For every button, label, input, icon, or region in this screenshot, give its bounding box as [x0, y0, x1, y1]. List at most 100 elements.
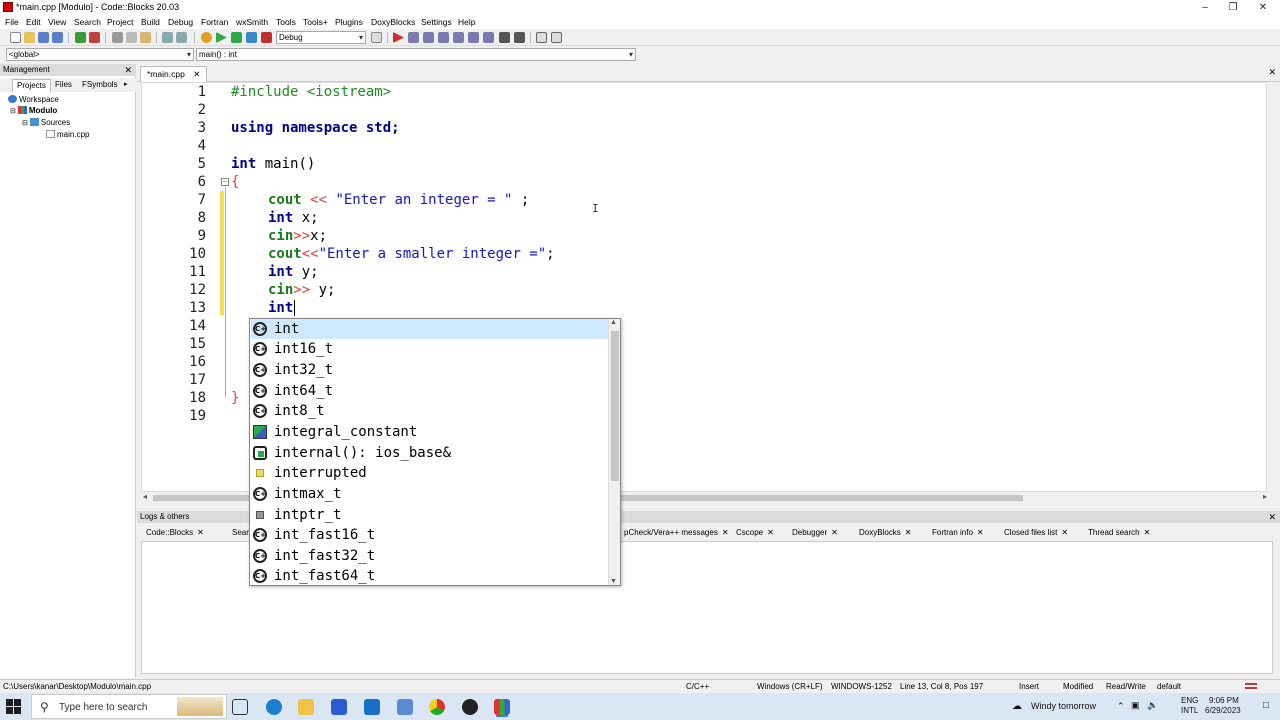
save-all-icon[interactable] — [52, 32, 63, 43]
autocomplete-item[interactable]: C+ intmax_t — [251, 484, 608, 504]
autocomplete-item[interactable]: C+ int_fast64_t — [251, 566, 608, 586]
build-and-run-icon[interactable] — [231, 32, 242, 43]
close-icon[interactable]: ✕ — [124, 64, 132, 76]
menu-build[interactable]: Build — [141, 17, 160, 27]
store-icon[interactable] — [331, 699, 347, 715]
log-tab-cscope[interactable]: Cscope ✕ — [733, 527, 777, 540]
log-tab-debugger[interactable]: Debugger ✕ — [789, 527, 841, 540]
language-layout[interactable]: INTL — [1181, 706, 1198, 715]
menu-wxsmith[interactable]: wxSmith — [236, 17, 268, 27]
chrome-icon[interactable] — [429, 699, 445, 715]
scroll-down-icon[interactable]: ▼ — [610, 578, 617, 585]
next-instruction-icon[interactable] — [468, 32, 479, 43]
scroll-left-icon[interactable]: ◂ — [143, 492, 147, 501]
obs-icon[interactable] — [462, 699, 478, 715]
autocomplete-popup[interactable]: C+ int C+ int16_t C+ int32_t C+ int64_t C+ in… — [249, 318, 621, 586]
close-icon[interactable]: ✕ — [1268, 511, 1276, 523]
menu-search[interactable]: Search — [74, 17, 101, 27]
tab-files[interactable]: Files — [51, 79, 76, 92]
autocomplete-item[interactable]: C+ int32_t — [251, 360, 608, 380]
volume-icon[interactable]: 🔈 — [1147, 700, 1158, 711]
debug-windows-icon[interactable] — [536, 32, 547, 43]
autocomplete-item[interactable]: C+ int_fast16_t — [251, 525, 608, 545]
rebuild-icon[interactable] — [246, 32, 257, 43]
maximize-button[interactable]: ❐ — [1218, 0, 1248, 15]
close-icon[interactable]: ✕ — [193, 69, 200, 79]
weather-icon[interactable]: ☁ — [1012, 701, 1022, 712]
menu-tools[interactable]: Tools — [276, 17, 296, 27]
open-file-icon[interactable] — [24, 32, 35, 43]
new-file-icon[interactable] — [10, 32, 21, 43]
tree-folder-sources[interactable]: ⊟ Sources — [22, 118, 70, 127]
tree-file-main-cpp[interactable]: main.cpp — [46, 130, 89, 139]
stop-debugger-icon[interactable] — [514, 32, 525, 43]
menu-tools-plus[interactable]: Tools+ — [303, 17, 328, 27]
menu-view[interactable]: View — [48, 17, 66, 27]
step-into-instruction-icon[interactable] — [483, 32, 494, 43]
build-icon[interactable] — [201, 32, 212, 43]
start-button[interactable] — [6, 699, 22, 715]
various-info-icon[interactable] — [551, 32, 562, 43]
file-explorer-icon[interactable] — [298, 699, 314, 715]
codeblocks-taskbar-icon[interactable] — [494, 699, 510, 715]
autocomplete-item[interactable]: internal(): ios_base& — [251, 443, 608, 463]
tab-main-cpp[interactable]: *main.cpp ✕ — [140, 66, 208, 82]
chevron-up-icon[interactable]: ⌃ — [1117, 701, 1125, 712]
weather-text[interactable]: Windy tomorrow — [1031, 701, 1096, 711]
autocomplete-item[interactable]: C+ int64_t — [251, 381, 608, 401]
autocomplete-item[interactable]: integral_constant — [251, 422, 608, 442]
tab-fsymbols[interactable]: FSymbols — [78, 79, 122, 92]
mail-icon[interactable] — [364, 699, 380, 715]
calculator-icon[interactable] — [397, 699, 413, 715]
tab-projects[interactable]: Projects — [12, 79, 51, 92]
clock-time[interactable]: 9:06 PM — [1209, 696, 1239, 705]
fold-toggle-icon[interactable]: − — [221, 178, 229, 186]
network-icon[interactable]: ▣ — [1131, 700, 1140, 711]
menu-project[interactable]: Project — [107, 17, 133, 27]
autocomplete-item[interactable]: interrupted — [251, 463, 608, 483]
copy-icon[interactable] — [126, 32, 137, 43]
next-line-icon[interactable] — [423, 32, 434, 43]
log-tab-thread-search[interactable]: Thread search ✕ — [1085, 527, 1154, 540]
run-icon[interactable] — [216, 32, 227, 43]
pause-icon[interactable] — [499, 32, 510, 43]
undo-icon[interactable] — [75, 32, 86, 43]
step-into-icon[interactable] — [438, 32, 449, 43]
autocomplete-scrollbar[interactable]: ▲ ▼ — [608, 319, 620, 585]
redo-icon[interactable] — [89, 32, 100, 43]
autocomplete-item[interactable]: C+ int — [251, 319, 608, 339]
autocomplete-item[interactable]: C+ int16_t — [251, 339, 608, 359]
menu-settings[interactable]: Settings — [421, 17, 452, 27]
autocomplete-item[interactable]: intptr_t — [251, 505, 608, 525]
debug-start-icon[interactable] — [393, 32, 404, 43]
find-icon[interactable] — [162, 32, 173, 43]
log-tab-doxyblocks[interactable]: DoxyBlocks ✕ — [856, 527, 915, 540]
run-to-cursor-icon[interactable] — [408, 32, 419, 43]
log-tab-closed-files[interactable]: Closed files list ✕ — [1001, 527, 1072, 540]
replace-icon[interactable] — [176, 32, 187, 43]
scroll-up-icon[interactable]: ▲ — [610, 319, 617, 326]
menu-fortran[interactable]: Fortran — [201, 17, 228, 27]
close-icon[interactable]: ✕ — [1268, 67, 1276, 78]
scope-select[interactable]: <global> ▾ — [6, 48, 194, 61]
tab-scroll-right-icon[interactable]: ▸ — [120, 79, 132, 92]
cut-icon[interactable] — [112, 32, 123, 43]
clock-date[interactable]: 6/29/2023 — [1205, 706, 1241, 715]
function-select[interactable]: main() : int ▾ — [196, 48, 636, 61]
menu-edit[interactable]: Edit — [26, 17, 41, 27]
save-icon[interactable] — [38, 32, 49, 43]
minimize-button[interactable]: – — [1190, 0, 1220, 15]
menu-plugins[interactable]: Plugins — [335, 17, 363, 27]
build-target-select[interactable]: Debug ▾ — [276, 31, 366, 44]
log-tab-fortran-info[interactable]: Fortran info ✕ — [929, 527, 987, 540]
menu-debug[interactable]: Debug — [168, 17, 193, 27]
taskbar-search-box[interactable]: ⚲ Type here to search — [31, 694, 227, 719]
tree-project[interactable]: ⊟ Modulo — [10, 106, 57, 115]
menu-doxyblocks[interactable]: DoxyBlocks — [371, 17, 415, 27]
log-tab-cppcheck[interactable]: pCheck/Vera++ messages ✕ — [621, 527, 732, 540]
scroll-right-icon[interactable]: ▸ — [1263, 492, 1267, 501]
tree-workspace[interactable]: Workspace — [8, 95, 59, 104]
log-tab-codeblocks[interactable]: Code::Blocks ✕ — [143, 527, 207, 540]
menu-help[interactable]: Help — [458, 17, 475, 27]
menu-file[interactable]: File — [5, 17, 19, 27]
